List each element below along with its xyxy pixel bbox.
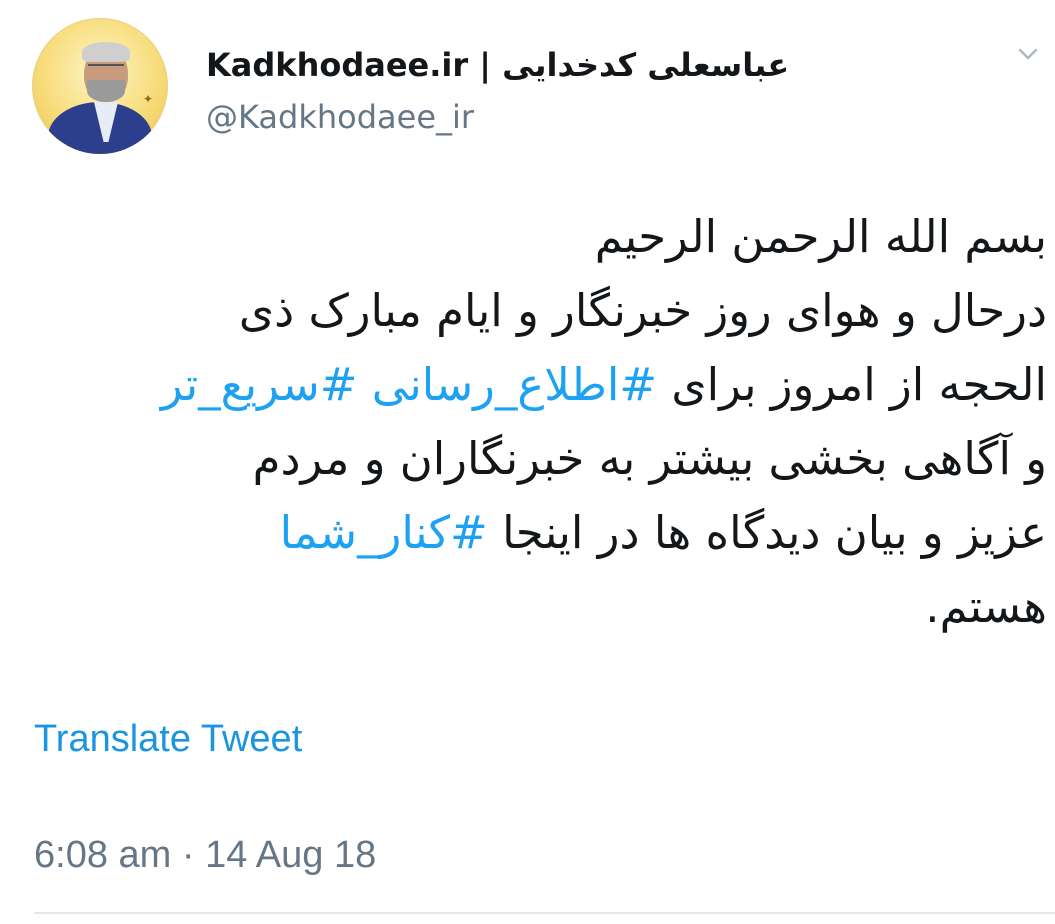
tweet-line: هستم.	[37, 570, 1047, 644]
divider	[34, 912, 1055, 914]
tweet-line: درحال و هوای روز خبرنگار و ایام مبارک ذی	[37, 274, 1047, 348]
hashtag-link[interactable]: #اطلاع_رسانی	[372, 358, 657, 411]
avatar-beard	[87, 80, 125, 102]
tweet-text-segment: درحال و هوای روز خبرنگار و ایام مبارک ذی	[238, 284, 1047, 337]
brand-logo-icon: ✦	[142, 92, 154, 106]
hashtag-link[interactable]: #کنار_شما	[280, 506, 488, 559]
tweet-text-segment: بسم الله الرحمن الرحیم	[594, 210, 1047, 263]
tweet-text-segment: و آگاهی بخشی بیشتر به خبرنگاران و مردم	[252, 432, 1047, 485]
tweet-line: و آگاهی بخشی بیشتر به خبرنگاران و مردم	[37, 422, 1047, 496]
avatar-hair	[82, 42, 130, 62]
translate-tweet-link[interactable]: Translate Tweet	[34, 718, 302, 761]
tweet-text-segment: هستم.	[925, 580, 1047, 633]
hashtag-link[interactable]: #سریع_تر	[161, 358, 358, 411]
tweet-text: بسم الله الرحمن الرحیم درحال و هوای روز خ…	[37, 200, 1047, 644]
avatar[interactable]: ✦	[32, 18, 168, 154]
chevron-down-icon[interactable]	[1016, 42, 1040, 66]
avatar-glasses	[88, 64, 124, 74]
tweet-line: عزیز و بیان دیدگاه ها در اینجا #کنار_شما	[37, 496, 1047, 570]
tweet-line: الحجه از امروز برای #اطلاع_رسانی #سریع_ت…	[37, 348, 1047, 422]
author-handle[interactable]: @Kadkhodaee_ir	[206, 98, 474, 136]
tweet-text-segment: الحجه از امروز برای	[657, 358, 1047, 411]
author-name-row[interactable]: Kadkhodaee.ir | عباسعلی کدخدایی	[206, 40, 789, 90]
tweet-timestamp[interactable]: 6:08 am · 14 Aug 18	[34, 834, 376, 877]
tweet-text-segment	[357, 358, 371, 411]
tweet-card: ✦ Kadkhodaee.ir | عباسعلی کدخدایی @Kadkh…	[0, 0, 1055, 924]
tweet-line: بسم الله الرحمن الرحیم	[37, 200, 1047, 274]
author-display-name[interactable]: Kadkhodaee.ir | عباسعلی کدخدایی	[206, 46, 789, 84]
tweet-text-segment: عزیز و بیان دیدگاه ها در اینجا	[487, 506, 1047, 559]
